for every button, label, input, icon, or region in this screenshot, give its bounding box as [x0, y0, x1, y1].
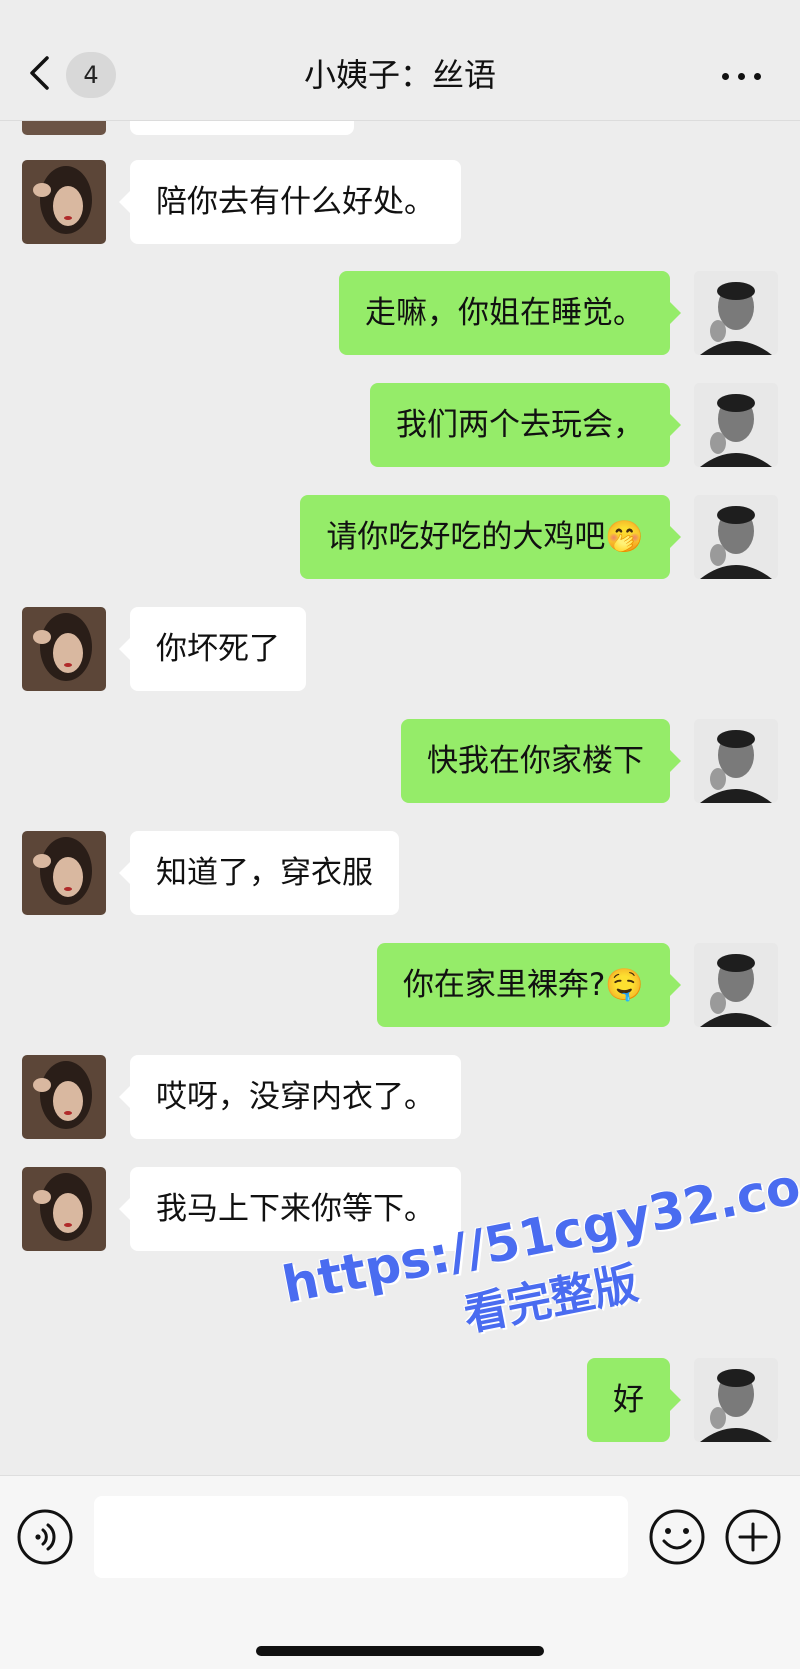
- emoji-icon[interactable]: [648, 1508, 706, 1566]
- sent-message-bubble[interactable]: 快我在你家楼下: [401, 719, 681, 803]
- more-dots-icon[interactable]: [718, 66, 764, 86]
- voice-icon[interactable]: [16, 1508, 74, 1566]
- sent-message-bubble[interactable]: 我们两个去玩会，: [370, 383, 681, 467]
- my-avatar[interactable]: [694, 495, 778, 579]
- message-row: 走嘛，你姐在睡觉。: [0, 271, 800, 357]
- my-avatar[interactable]: [694, 383, 778, 467]
- plus-circle-icon[interactable]: [724, 1508, 782, 1566]
- sent-message-bubble[interactable]: 你在家里裸奔?🤤: [376, 943, 682, 1027]
- my-avatar[interactable]: [694, 943, 778, 1027]
- chat-title: 小姨子：丝语: [303, 56, 496, 94]
- message-row: 知道了，穿衣服: [0, 831, 800, 917]
- chevron-left-icon[interactable]: [28, 55, 50, 91]
- contact-avatar[interactable]: [22, 607, 106, 691]
- contact-avatar[interactable]: [22, 160, 106, 244]
- chat-header: 4 小姨子：丝语: [0, 0, 800, 121]
- message-row: 快我在你家楼下: [0, 719, 800, 805]
- message-row: 哎呀，没穿内衣了。: [0, 1055, 800, 1141]
- message-input[interactable]: [94, 1496, 628, 1578]
- my-avatar[interactable]: [694, 271, 778, 355]
- received-message-bubble[interactable]: 知道了，穿衣服: [119, 831, 399, 915]
- message-row: 你坏死了: [0, 607, 800, 693]
- sent-message-bubble[interactable]: 走嘛，你姐在睡觉。: [339, 271, 681, 355]
- message-row: 你在家里裸奔?🤤: [0, 943, 800, 1029]
- message-row: 我们两个去玩会，: [0, 383, 800, 469]
- my-avatar[interactable]: [694, 719, 778, 803]
- received-message-bubble[interactable]: 哎呀，没穿内衣了。: [119, 1055, 461, 1139]
- contact-avatar[interactable]: [22, 1055, 106, 1139]
- message-row: 请你吃好吃的大鸡吧🤭: [0, 495, 800, 581]
- contact-avatar[interactable]: [22, 1167, 106, 1251]
- unread-count-badge[interactable]: 4: [66, 52, 116, 98]
- received-message-bubble[interactable]: 陪你去有什么好处。: [119, 160, 461, 244]
- received-message-bubble[interactable]: 你坏死了: [119, 607, 306, 691]
- sent-message-bubble[interactable]: 请你吃好吃的大鸡吧🤭: [300, 495, 681, 579]
- message-row: 陪你去有什么好处。: [0, 160, 800, 246]
- contact-avatar[interactable]: [22, 831, 106, 915]
- home-indicator: [256, 1646, 544, 1656]
- partial-previous-message: [0, 121, 800, 135]
- input-toolbar: [0, 1475, 800, 1669]
